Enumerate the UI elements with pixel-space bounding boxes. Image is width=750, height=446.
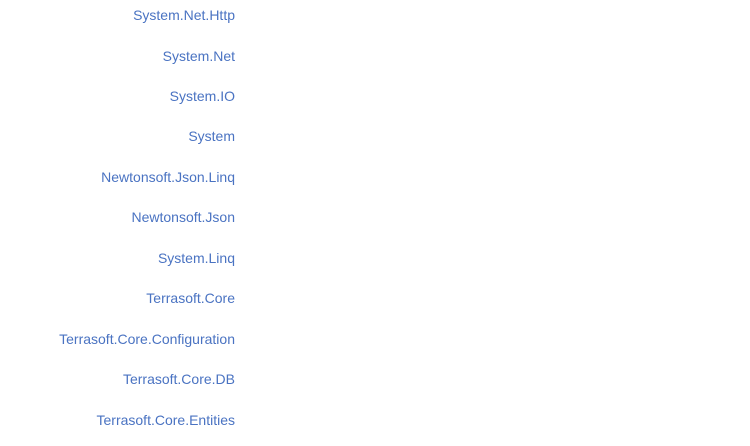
namespace-link-system-io[interactable]: System.IO	[170, 87, 235, 105]
namespace-link-terrasoft-core-entities[interactable]: Terrasoft.Core.Entities	[97, 411, 236, 429]
namespace-link-terrasoft-core-db[interactable]: Terrasoft.Core.DB	[123, 370, 235, 388]
namespace-link-terrasoft-core-configuration[interactable]: Terrasoft.Core.Configuration	[59, 330, 235, 348]
namespace-link-system[interactable]: System	[188, 127, 235, 145]
namespace-link-system-linq[interactable]: System.Linq	[158, 249, 235, 267]
namespace-link-newtonsoft-json-linq[interactable]: Newtonsoft.Json.Linq	[101, 168, 235, 186]
namespace-link-newtonsoft-json[interactable]: Newtonsoft.Json	[132, 208, 236, 226]
namespace-link-terrasoft-core[interactable]: Terrasoft.Core	[146, 289, 235, 307]
namespace-link-system-net-http[interactable]: System.Net.Http	[133, 6, 235, 24]
namespace-list: System.Net.Http System.Net System.IO Sys…	[0, 0, 750, 446]
namespace-link-system-net[interactable]: System.Net	[163, 47, 235, 65]
